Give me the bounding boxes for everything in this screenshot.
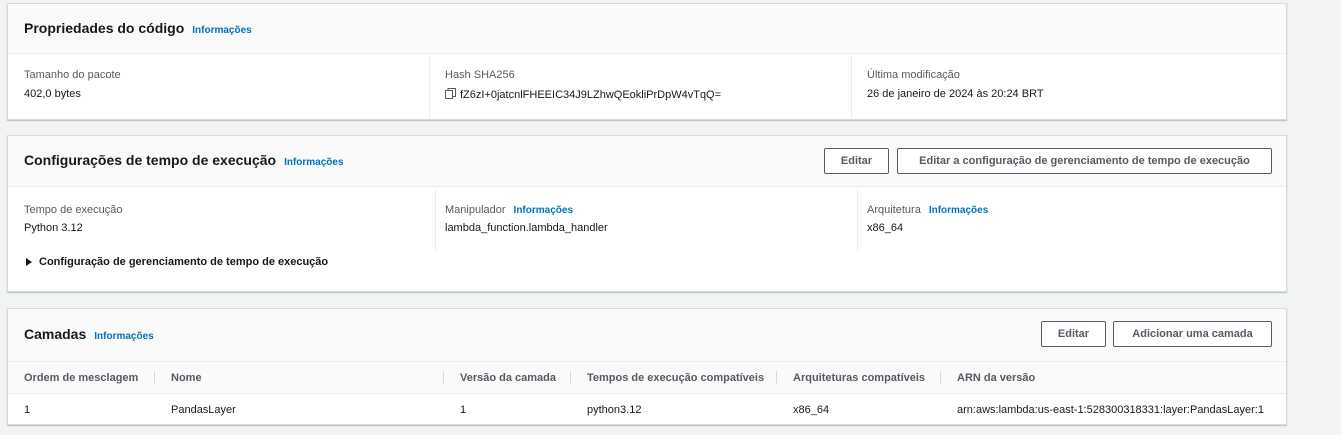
layers-title-text: Camadas [24,326,87,342]
runtime-settings-header: Configurações de tempo de execução Inform… [8,136,1286,187]
architecture-field: Arquitetura Informações x86_64 [867,204,988,234]
handler-label: Manipulador [445,204,506,216]
layer-order-cell: 1 [24,404,31,416]
handler-value: lambda_function.lambda_handler [445,222,608,234]
architecture-info-link[interactable]: Informações [929,205,988,216]
last-modified-value: 26 de janeiro de 2024 às 20:24 BRT [867,88,1044,100]
layers-table: Ordem de mesclagem Nome Versão da camada… [8,361,1286,426]
column-divider [851,56,852,118]
column-header[interactable]: Ordem de mesclagem [8,361,155,394]
runtime-management-expander-label: Configuração de gerenciamento de tempo d… [39,256,329,268]
column-header[interactable]: ARN da versão [941,361,1286,394]
code-properties-info-link[interactable]: Informações [192,25,251,36]
runtime-label: Tempo de execução [24,204,123,216]
copy-icon[interactable] [445,88,456,102]
code-properties-title-text: Propriedades do código [24,20,185,36]
architecture-label: Arquitetura [867,204,921,216]
code-properties-panel: Propriedades do código Informações Tamanh… [7,3,1287,120]
layer-runtimes-cell: python3.12 [587,404,642,416]
runtime-value: Python 3.12 [24,222,83,234]
hash-value-row: fZ6zI+0jatcnlFHEEIC34J9LZhwQEokliPrDpW4v… [445,88,721,102]
runtime-settings-panel: Configurações de tempo de execução Inform… [7,135,1287,292]
edit-layers-button[interactable]: Editar [1041,321,1106,347]
column-header[interactable]: Versão da camada [444,361,571,394]
column-header[interactable]: Tempos de execução compatíveis [571,361,777,394]
runtime-settings-title-text: Configurações de tempo de execução [24,152,277,168]
column-divider [429,56,430,118]
layers-title: Camadas Informações [24,326,154,342]
last-modified-field: Última modificação 26 de janeiro de 2024… [867,69,1044,100]
hash-label: Hash SHA256 [445,69,515,81]
last-modified-label: Última modificação [867,69,960,81]
layers-table-header-row: Ordem de mesclagem Nome Versão da camada… [8,361,1286,394]
edit-runtime-button[interactable]: Editar [824,148,889,174]
add-layer-button[interactable]: Adicionar uma camada [1113,321,1272,347]
column-header[interactable]: Arquiteturas compatíveis [777,361,941,394]
caret-right-icon [26,258,32,267]
layers-header: Camadas Informações Editar Adicionar uma … [8,309,1286,361]
handler-field: Manipulador Informações lambda_function.l… [445,204,608,234]
runtime-settings-title: Configurações de tempo de execução Inform… [24,152,344,168]
column-divider [435,190,436,250]
handler-info-link[interactable]: Informações [514,205,573,216]
layer-name-cell: PandasLayer [171,404,236,416]
table-row: 1 PandasLayer 1 python3.12 x86_64 arn:aw… [8,394,1286,427]
column-divider [857,190,858,250]
layers-info-link[interactable]: Informações [94,331,153,342]
runtime-settings-info-link[interactable]: Informações [284,157,343,168]
hash-value: fZ6zI+0jatcnlFHEEIC34J9LZhwQEokliPrDpW4v… [460,88,722,101]
layer-arn-cell: arn:aws:lambda:us-east-1:528300318331:la… [957,404,1264,416]
handler-label-row: Manipulador Informações [445,204,608,216]
package-size-label: Tamanho do pacote [24,69,121,81]
code-properties-title: Propriedades do código Informações [24,20,252,36]
architecture-value: x86_64 [867,222,904,234]
package-size-value: 402,0 bytes [24,88,81,100]
layer-architectures-cell: x86_64 [793,404,830,416]
edit-runtime-management-button[interactable]: Editar a configuração de gerenciamento d… [897,148,1272,174]
runtime-field: Tempo de execução Python 3.12 [24,204,122,234]
architecture-label-row: Arquitetura Informações [867,204,988,216]
package-size-field: Tamanho do pacote 402,0 bytes [24,69,121,100]
column-header[interactable]: Nome [155,361,444,394]
layers-panel: Camadas Informações Editar Adicionar uma … [7,308,1287,425]
runtime-management-expander[interactable]: Configuração de gerenciamento de tempo d… [26,256,328,268]
hash-field: Hash SHA256 fZ6zI+0jatcnlFHEEIC34J9LZhwQ… [445,69,721,102]
layer-version-cell: 1 [460,404,467,416]
code-properties-header: Propriedades do código Informações [8,4,1286,54]
